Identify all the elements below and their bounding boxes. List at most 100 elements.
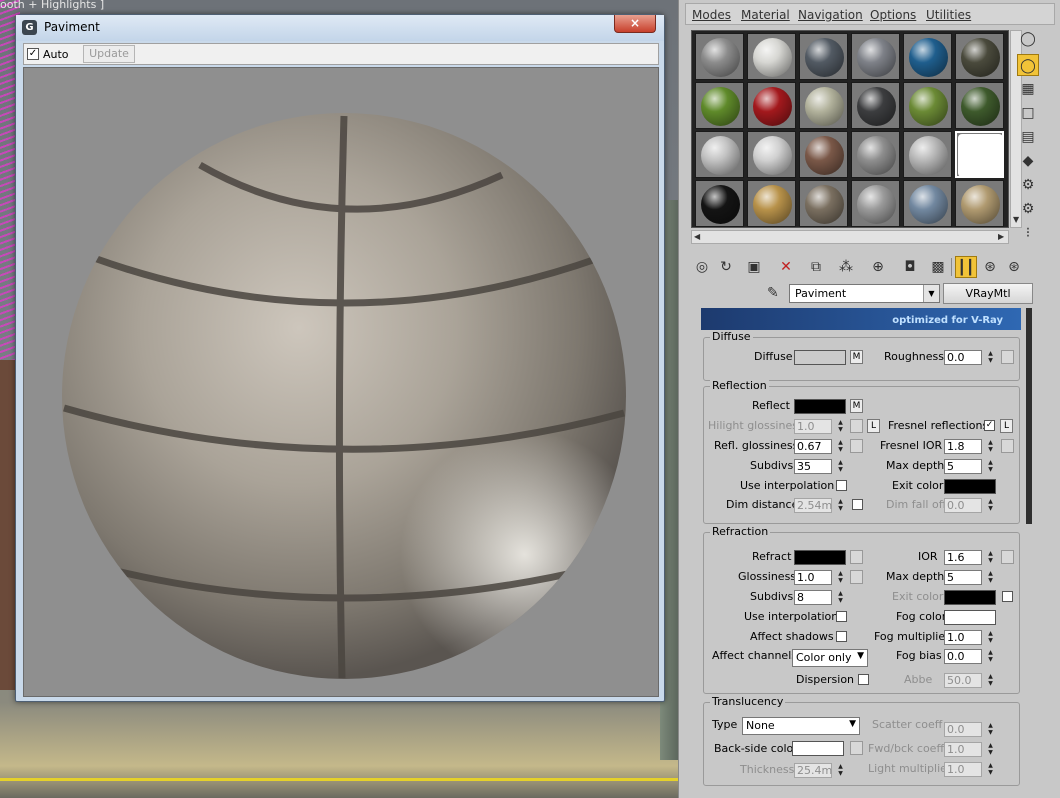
material-slot[interactable] [903,131,952,178]
refract-map-button[interactable] [850,550,863,564]
fresnel-ior-field[interactable]: 1.8 [944,439,982,454]
affect-shadows-checkbox[interactable] [836,631,847,642]
material-name-field[interactable]: Paviment ▼ [789,284,940,303]
material-slot[interactable] [955,131,1004,178]
scatter-coeff-spinner[interactable]: ▲ ▼ [986,722,995,737]
material-slot[interactable] [903,33,952,80]
get-material-icon[interactable]: ◎ [691,256,713,278]
material-slot[interactable] [695,131,744,178]
light-multiplier-field[interactable]: 1.0 [944,762,982,777]
fresnel-ior-spinner[interactable]: ▲ ▼ [986,439,995,454]
diffuse-color-swatch[interactable] [794,350,846,365]
dim-distance-field[interactable]: 2.54m [794,498,832,513]
fog-bias-field[interactable]: 0.0 [944,649,982,664]
roughness-field[interactable]: 0.0 [944,350,982,365]
material-slot[interactable] [799,33,848,80]
fog-color-swatch[interactable] [944,610,996,625]
refract-color-swatch[interactable] [794,550,846,565]
fwd-bck-coeff-spinner[interactable]: ▲ ▼ [986,742,995,757]
close-icon[interactable]: × [614,15,656,33]
material-slot[interactable] [747,180,796,227]
refr-glossiness-spinner[interactable]: ▲ ▼ [836,570,845,585]
menu-modes[interactable]: Modes [692,8,731,22]
fog-bias-spinner[interactable]: ▲ ▼ [986,649,995,664]
material-slot[interactable] [903,82,952,129]
backlight-icon[interactable]: ◯ [1017,54,1039,76]
make-preview-icon[interactable]: ◆ [1017,150,1039,172]
fresnel-lock-button[interactable]: L [1000,419,1013,433]
sample-type-icon[interactable]: ◯ [1017,28,1039,50]
refl-glossiness-field[interactable]: 0.67 [794,439,832,454]
light-multiplier-spinner[interactable]: ▲ ▼ [986,762,995,777]
sample-uv-tiling-icon[interactable]: □ [1017,102,1039,124]
menu-options[interactable]: Options [870,8,916,22]
diffuse-map-button[interactable]: M [850,350,863,364]
dim-falloff-spinner[interactable]: ▲ ▼ [986,498,995,513]
hilight-map-button[interactable] [850,419,863,433]
dim-falloff-field[interactable]: 0.0 [944,498,982,513]
render-window-titlebar[interactable]: G Paviment × [16,15,664,41]
material-slot[interactable] [799,180,848,227]
refr-exit-color-checkbox[interactable] [1002,591,1013,602]
material-map-navigator-icon[interactable]: ⁝ [1017,222,1039,244]
material-slot[interactable] [747,33,796,80]
material-id-channel-icon[interactable]: ◘ [899,256,921,278]
material-slot[interactable] [851,33,900,80]
abbe-spinner[interactable]: ▲ ▼ [986,673,995,688]
material-type-button[interactable]: VRayMtl [943,283,1033,304]
fresnel-reflections-checkbox[interactable]: ✓ [984,420,995,431]
ior-field[interactable]: 1.6 [944,550,982,565]
put-to-scene-icon[interactable]: ↻ [715,256,737,278]
material-slot[interactable] [955,180,1004,227]
slot-horizontal-scrollbar[interactable]: ◀ ▶ [691,230,1009,244]
eyedropper-icon[interactable]: ✎ [767,285,779,301]
menu-material[interactable]: Material [741,8,790,22]
menu-navigation[interactable]: Navigation [798,8,863,22]
material-slot[interactable] [695,82,744,129]
chevron-down-icon[interactable]: ▼ [923,285,939,302]
roughness-spinner[interactable]: ▲ ▼ [986,350,995,365]
assign-to-selection-icon[interactable]: ▣ [743,256,765,278]
go-forward-sibling-icon[interactable]: ⊛ [1003,256,1025,278]
material-slot[interactable] [747,82,796,129]
abbe-field[interactable]: 50.0 [944,673,982,688]
background-checker-icon[interactable]: ▦ [1017,78,1039,100]
reflect-map-button[interactable]: M [850,399,863,413]
fog-multiplier-field[interactable]: 1.0 [944,630,982,645]
translucency-type-dropdown[interactable]: None ▼ [742,717,860,735]
fresnel-ior-map-button[interactable] [1001,439,1014,453]
refr-exit-color-swatch[interactable] [944,590,996,605]
scroll-right-icon[interactable]: ▶ [998,232,1004,242]
refl-subdivs-field[interactable]: 35 [794,459,832,474]
refr-max-depth-field[interactable]: 5 [944,570,982,585]
refl-glossiness-map-button[interactable] [850,439,863,453]
material-slot[interactable] [955,82,1004,129]
material-slot[interactable] [747,131,796,178]
back-side-color-swatch[interactable] [792,741,844,756]
dim-distance-spinner[interactable]: ▲ ▼ [836,498,845,513]
refl-exit-color-swatch[interactable] [944,479,996,494]
make-unique-icon[interactable]: ⁂ [835,256,857,278]
refr-subdivs-spinner[interactable]: ▲ ▼ [836,590,845,605]
material-slot[interactable] [851,131,900,178]
show-map-in-viewport-icon[interactable]: ▩ [927,256,949,278]
put-to-library-icon[interactable]: ⊕ [867,256,889,278]
material-slot[interactable] [695,180,744,227]
fwd-bck-coeff-field[interactable]: 1.0 [944,742,982,757]
ior-map-button[interactable] [1001,550,1014,564]
video-color-check-icon[interactable]: ▤ [1017,126,1039,148]
refl-max-depth-field[interactable]: 5 [944,459,982,474]
ior-spinner[interactable]: ▲ ▼ [986,550,995,565]
reset-map-icon[interactable]: ✕ [775,256,797,278]
material-slot[interactable] [903,180,952,227]
refl-max-depth-spinner[interactable]: ▲ ▼ [986,459,995,474]
viewport-label[interactable]: ooth + Highlights ] [0,0,104,11]
dim-distance-checkbox[interactable] [852,499,863,510]
scatter-coeff-field[interactable]: 0.0 [944,722,982,737]
hilight-glossiness-field[interactable]: 1.0 [794,419,832,434]
back-side-map-button[interactable] [850,741,863,755]
material-slot[interactable] [799,82,848,129]
material-slot[interactable] [851,82,900,129]
show-end-result-icon[interactable]: ┃┃ [955,256,977,278]
refr-glossiness-map-button[interactable] [850,570,863,584]
